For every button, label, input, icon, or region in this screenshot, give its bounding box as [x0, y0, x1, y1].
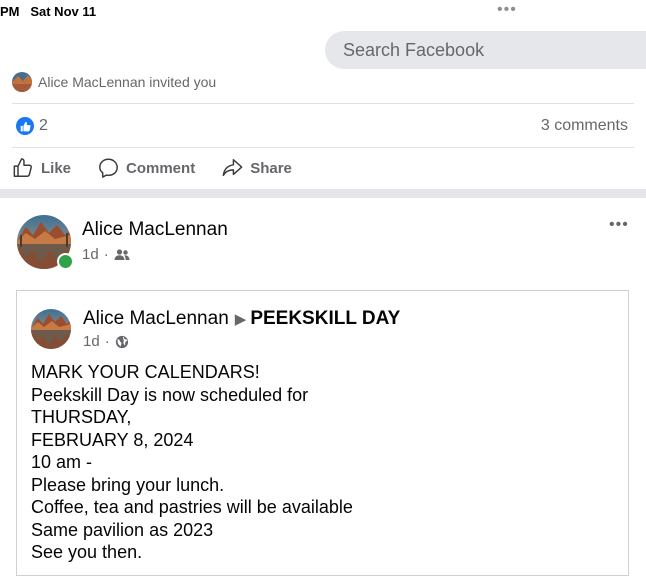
body-line: 10 am -: [31, 452, 93, 472]
body-line: See you then.: [31, 542, 143, 562]
body-line: Same pavilion as 2023: [31, 519, 214, 540]
body-line: Please bring your lunch.: [31, 474, 225, 495]
friends-icon: [114, 248, 130, 260]
share-label: Share: [250, 159, 292, 177]
avatar[interactable]: [31, 309, 71, 349]
comments-count-link[interactable]: 3 comments: [541, 117, 628, 135]
multitasking-dots-icon[interactable]: •••: [497, 1, 517, 19]
arrow-right-icon: ▶: [234, 311, 247, 328]
body-line: THURSDAY,: [31, 407, 132, 427]
comment-label: Comment: [126, 159, 196, 177]
shared-post-header: Alice MacLennan ▶ PEEKSKILL DAY: [83, 308, 400, 330]
body-line: Peekskill Day is now scheduled for: [31, 384, 309, 405]
search-placeholder: Search Facebook: [343, 40, 485, 60]
thumbs-up-icon: [13, 158, 32, 177]
previous-post: Alice MacLennan invited you 2 3 comments…: [0, 66, 646, 190]
reactions-summary[interactable]: 2: [16, 116, 48, 136]
comment-button[interactable]: Comment: [97, 156, 195, 180]
reaction-count: 2: [39, 117, 48, 134]
shared-post-timestamp[interactable]: 1d: [83, 333, 100, 350]
meta-separator: ·: [103, 246, 109, 263]
shared-author-name[interactable]: Alice MacLennan: [83, 308, 229, 329]
comment-icon: [99, 158, 118, 178]
invited-row: Alice MacLennan invited you: [12, 72, 216, 92]
status-time: PM Sat Nov 11: [0, 4, 97, 19]
invited-text: Alice MacLennan invited you: [38, 74, 217, 90]
more-options-icon[interactable]: •••: [609, 216, 629, 234]
status-bar: PM Sat Nov 11 •••: [0, 0, 646, 24]
group-name-link[interactable]: PEEKSKILL DAY: [250, 308, 400, 329]
post-actions: Like Comment Share: [12, 156, 318, 180]
body-line: FEBRUARY 8, 2024: [31, 429, 194, 450]
globe-icon: [115, 335, 128, 348]
body-line: Coffee, tea and pastries will be availab…: [31, 497, 353, 517]
feed-post: Alice MacLennan 1d · ••• Alice MacLennan…: [0, 198, 646, 577]
divider: [12, 103, 634, 104]
divider: [12, 147, 634, 148]
shared-post-body: MARK YOUR CALENDARS! Peekskill Day is no…: [31, 361, 611, 564]
post-author-name[interactable]: Alice MacLennan: [82, 219, 228, 241]
body-line: MARK YOUR CALENDARS!: [31, 362, 260, 382]
share-button[interactable]: Share: [221, 156, 292, 180]
share-icon: [222, 159, 243, 177]
avatar[interactable]: [12, 72, 32, 92]
like-label: Like: [41, 159, 72, 177]
shared-post-meta: 1d ·: [83, 333, 129, 350]
feed-separator: [0, 189, 646, 198]
like-reaction-icon: [16, 117, 34, 135]
author-avatar[interactable]: [17, 215, 74, 270]
post-timestamp[interactable]: 1d: [82, 246, 99, 263]
like-button[interactable]: Like: [12, 156, 71, 180]
post-meta: 1d ·: [82, 246, 130, 263]
meta-separator: ·: [104, 333, 110, 350]
shared-post-card[interactable]: Alice MacLennan ▶ PEEKSKILL DAY 1d · MARK …: [16, 290, 629, 576]
search-input[interactable]: Search Facebook: [325, 31, 646, 69]
online-status-dot: [57, 253, 74, 270]
